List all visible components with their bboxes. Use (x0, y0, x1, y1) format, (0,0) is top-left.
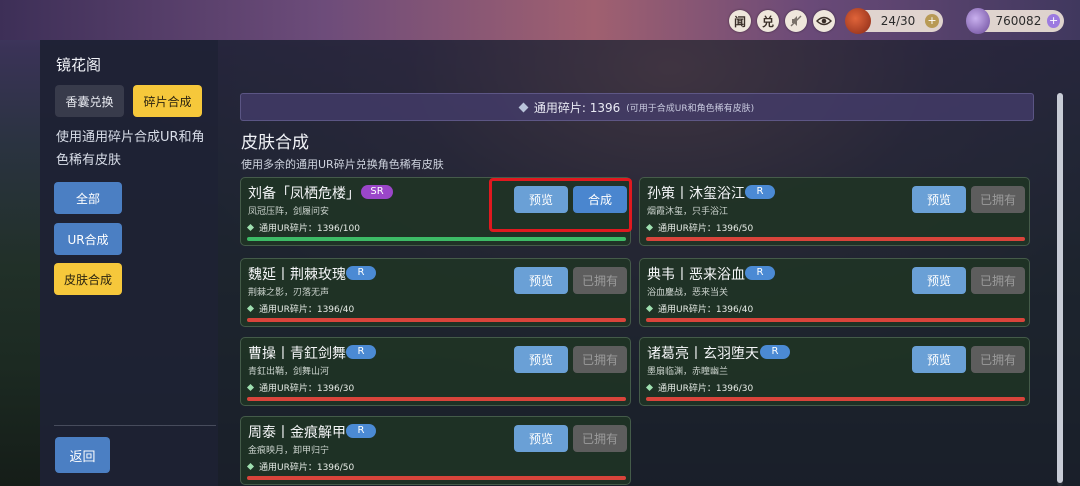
skin-card: 周泰丨金痕解甲 R 金痕映月，卸甲归宁 通用UR碎片：1396/50 预览 已拥… (240, 416, 631, 485)
section-subtitle: 使用多余的通用UR碎片兑换角色稀有皮肤 (241, 158, 444, 171)
add-stamina-icon[interactable]: + (925, 14, 939, 28)
sidebar-description: 使用通用碎片合成UR和角色稀有皮肤 (56, 130, 205, 168)
preview-button[interactable]: 预览 (514, 425, 568, 452)
skin-progress: 通用UR碎片：1396/30 (645, 381, 754, 394)
skin-name: 诸葛亮丨玄羽堕天 (647, 346, 759, 362)
page-title: 镜花阁 (56, 56, 102, 74)
filter-ur-button[interactable]: UR合成 (54, 223, 122, 255)
skin-flavor: 青釭出鞘，剑舞山河 (248, 367, 330, 377)
progress-text: 通用UR碎片：1396/30 (259, 384, 355, 394)
tab-sachet-exchange[interactable]: 香囊兑换 (55, 85, 124, 117)
skin-flavor: 凤冠压阵，剑履问安 (248, 207, 330, 217)
skin-card: 典韦丨恶来浴血 R 浴血鏖战，恶来当关 通用UR碎片：1396/40 预览 已拥… (639, 258, 1030, 327)
fragment-icon (246, 223, 255, 232)
rarity-badge: R (760, 345, 790, 359)
rarity-badge: R (745, 266, 775, 280)
skin-name: 周泰丨金痕解甲 (248, 425, 346, 441)
owned-button: 已拥有 (573, 346, 627, 373)
filter-skin-button[interactable]: 皮肤合成 (54, 263, 122, 295)
progress-bar (247, 397, 626, 401)
back-button[interactable]: 返回 (55, 437, 110, 473)
progress-bar (646, 237, 1025, 241)
fragment-icon (246, 383, 255, 392)
skin-flavor: 金痕映月，卸甲归宁 (248, 446, 330, 456)
mute-icon[interactable] (785, 10, 807, 32)
skin-progress: 通用UR碎片：1396/50 (246, 460, 355, 473)
fragment-icon (645, 383, 654, 392)
skin-flavor: 浴血鏖战，恶来当关 (647, 288, 729, 298)
preview-button[interactable]: 预览 (514, 267, 568, 294)
highlight-box (489, 178, 632, 232)
stamina-value: 24/30 (880, 14, 916, 28)
progress-text: 通用UR碎片：1396/50 (658, 224, 754, 234)
rarity-badge: R (346, 266, 376, 280)
tab-fragment-synthesis[interactable]: 碎片合成 (133, 85, 202, 117)
filter-all-button[interactable]: 全部 (54, 182, 122, 214)
currency-counter[interactable]: 760082 + (966, 8, 1064, 34)
skin-card: 孙策丨沐玺浴江 R 烟霞沐玺，只手浴江 通用UR碎片：1396/50 预览 已拥… (639, 177, 1030, 246)
skin-flavor: 墨扇临渊，赤瞳幽兰 (647, 367, 729, 377)
skin-card: 诸葛亮丨玄羽堕天 R 墨扇临渊，赤瞳幽兰 通用UR碎片：1396/30 预览 已… (639, 337, 1030, 406)
owned-button: 已拥有 (971, 346, 1025, 373)
exchange-icon[interactable]: 兑 (757, 10, 779, 32)
skin-name: 典韦丨恶来浴血 (647, 267, 745, 283)
skin-card: 曹操丨青釭剑舞 R 青釭出鞘，剑舞山河 通用UR碎片：1396/30 预览 已拥… (240, 337, 631, 406)
skin-card: 魏延丨荆棘玫瑰 R 荆棘之影，刃落无声 通用UR碎片：1396/40 预览 已拥… (240, 258, 631, 327)
progress-text: 通用UR碎片：1396/40 (259, 305, 355, 315)
fragment-icon (645, 223, 654, 232)
owned-button: 已拥有 (573, 425, 627, 452)
currency-value: 760082 (995, 14, 1042, 28)
preview-button[interactable]: 预览 (912, 346, 966, 373)
skin-progress: 通用UR碎片：1396/30 (246, 381, 355, 394)
progress-text: 通用UR碎片：1396/100 (259, 224, 360, 234)
skin-name: 孙策丨沐玺浴江 (647, 186, 745, 202)
progress-bar (646, 397, 1025, 401)
owned-button: 已拥有 (971, 267, 1025, 294)
rarity-badge: SR (361, 185, 393, 199)
progress-bar (247, 318, 626, 322)
rarity-badge: R (346, 424, 376, 438)
add-currency-icon[interactable]: + (1047, 14, 1060, 28)
fragment-icon (518, 102, 529, 112)
skin-name: 魏延丨荆棘玫瑰 (248, 267, 346, 283)
preview-button[interactable]: 预览 (912, 186, 966, 213)
fragment-icon (246, 462, 255, 471)
stamina-counter[interactable]: 24/30 + (845, 8, 943, 34)
owned-button: 已拥有 (971, 186, 1025, 213)
skin-progress: 通用UR碎片：1396/100 (246, 221, 360, 234)
skin-progress: 通用UR碎片：1396/40 (246, 302, 355, 315)
fragment-banner: 通用碎片: 1396 (可用于合成UR和角色稀有皮肤) (240, 93, 1034, 121)
owned-button: 已拥有 (573, 267, 627, 294)
eye-icon[interactable] (813, 10, 835, 32)
progress-text: 通用UR碎片：1396/40 (658, 305, 754, 315)
rarity-badge: R (346, 345, 376, 359)
preview-button[interactable]: 预览 (912, 267, 966, 294)
section-title: 皮肤合成 (241, 133, 309, 153)
progress-text: 通用UR碎片：1396/30 (658, 384, 754, 394)
preview-button[interactable]: 预览 (514, 346, 568, 373)
news-icon[interactable]: 闻 (729, 10, 751, 32)
fragment-count: 通用碎片: 1396 (533, 100, 621, 115)
fragment-icon (246, 304, 255, 313)
fragment-icon (645, 304, 654, 313)
progress-bar (646, 318, 1025, 322)
sidebar-divider (54, 425, 216, 426)
skin-progress: 通用UR碎片：1396/40 (645, 302, 754, 315)
gem-icon (966, 8, 990, 34)
skin-flavor: 荆棘之影，刃落无声 (248, 288, 330, 298)
scrollbar-thumb[interactable] (1057, 93, 1063, 483)
pouch-icon (845, 8, 871, 34)
fragment-note: (可用于合成UR和角色稀有皮肤) (626, 103, 755, 114)
progress-bar (247, 237, 626, 241)
skin-name: 刘备「凤栖危楼」 (248, 186, 360, 202)
skin-name: 曹操丨青釭剑舞 (248, 346, 346, 362)
rarity-badge: R (745, 185, 775, 199)
skin-flavor: 烟霞沐玺，只手浴江 (647, 207, 729, 217)
progress-bar (247, 476, 626, 480)
progress-text: 通用UR碎片：1396/50 (259, 463, 355, 473)
skin-progress: 通用UR碎片：1396/50 (645, 221, 754, 234)
